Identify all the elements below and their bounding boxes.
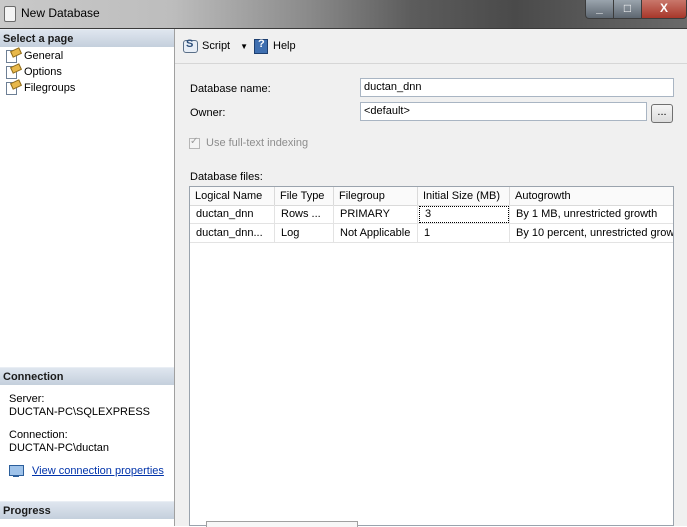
connection-label: Connection: (9, 429, 68, 441)
cell-initial-size[interactable]: 3 (418, 205, 510, 224)
owner-browse-button[interactable]: ... (651, 104, 673, 123)
view-connection-properties-link[interactable]: View connection properties (9, 464, 164, 478)
server-value: DUCTAN-PC\SQLEXPRESS (9, 406, 150, 418)
page-item-label: General (24, 48, 64, 64)
page-item-filegroups[interactable]: Filegroups (4, 80, 75, 96)
database-files-grid[interactable]: Logical Name File Type Filegroup Initial… (189, 186, 674, 526)
database-name-label: Database name: (190, 83, 271, 95)
fulltext-indexing-option: Use full-text indexing (189, 136, 309, 149)
table-row[interactable]: ductan_dnn... Log Not Applicable 1 By 10… (190, 224, 673, 243)
cell-logical-name[interactable]: ductan_dnn (190, 205, 275, 224)
progress-header: Progress (0, 501, 174, 519)
window-title: New Database (21, 6, 100, 20)
maximize-button[interactable]: □ (613, 0, 642, 19)
fulltext-indexing-label: Use full-text indexing (206, 137, 309, 149)
help-label: Help (273, 40, 296, 52)
left-pane: Select a page General Options Filegroups… (0, 29, 175, 526)
page-item-label: Filegroups (24, 82, 76, 94)
table-row[interactable]: ductan_dnn Rows ... PRIMARY 3 By 1 MB, u… (190, 205, 673, 224)
script-label: Script (202, 40, 231, 52)
script-button[interactable]: Script ▼ (182, 38, 248, 54)
help-icon (253, 38, 269, 54)
cell-file-type[interactable]: Log (275, 224, 334, 243)
page-item-options[interactable]: Options (4, 64, 62, 80)
owner-label: Owner: (190, 107, 226, 119)
connection-header: Connection (0, 367, 174, 385)
chevron-down-icon[interactable]: ▼ (240, 42, 248, 51)
column-header-logical-name[interactable]: Logical Name (190, 187, 275, 205)
cell-autogrowth[interactable]: By 1 MB, unrestricted growth (510, 205, 673, 224)
bottom-scrollbar[interactable] (206, 521, 358, 527)
connection-properties-icon (9, 464, 25, 478)
cell-filegroup[interactable]: PRIMARY (334, 205, 418, 224)
cell-initial-size[interactable]: 1 (418, 224, 510, 243)
database-files-label: Database files: (190, 171, 263, 183)
column-header-filegroup[interactable]: Filegroup (334, 187, 418, 205)
page-item-general[interactable]: General (4, 48, 64, 64)
owner-input[interactable]: <default> (360, 102, 647, 121)
column-header-initial-size[interactable]: Initial Size (MB) (418, 187, 510, 205)
column-header-file-type[interactable]: File Type (275, 187, 334, 205)
view-connection-properties-label: View connection properties (32, 465, 164, 477)
cell-autogrowth[interactable]: By 10 percent, unrestricted growth (510, 224, 673, 243)
database-name-input[interactable]: ductan_dnn (360, 78, 674, 97)
page-icon (4, 49, 20, 63)
grid-header: Logical Name File Type Filegroup Initial… (190, 187, 673, 206)
toolbar: Script ▼ Help (175, 29, 687, 64)
cell-file-type[interactable]: Rows ... (275, 205, 334, 224)
close-button[interactable]: X (641, 0, 687, 19)
page-icon (4, 81, 20, 95)
connection-value: DUCTAN-PC\ductan (9, 442, 110, 454)
right-pane: Script ▼ Help Database name: ductan_dnn … (175, 29, 687, 527)
minimize-button[interactable]: _ (585, 0, 614, 19)
cell-filegroup[interactable]: Not Applicable (334, 224, 418, 243)
server-label: Server: (9, 393, 45, 405)
script-icon (182, 38, 198, 53)
cell-logical-name[interactable]: ductan_dnn... (190, 224, 275, 243)
page-item-label: Options (24, 66, 62, 78)
page-icon (4, 65, 20, 79)
app-icon (4, 6, 16, 22)
title-bar: New Database _ □ X (0, 0, 687, 29)
general-page-content: Database name: ductan_dnn Owner: <defaul… (175, 64, 687, 526)
select-page-header: Select a page (0, 29, 174, 47)
column-header-autogrowth[interactable]: Autogrowth (510, 187, 673, 205)
help-button[interactable]: Help (253, 38, 296, 54)
fulltext-indexing-checkbox[interactable] (189, 136, 200, 149)
